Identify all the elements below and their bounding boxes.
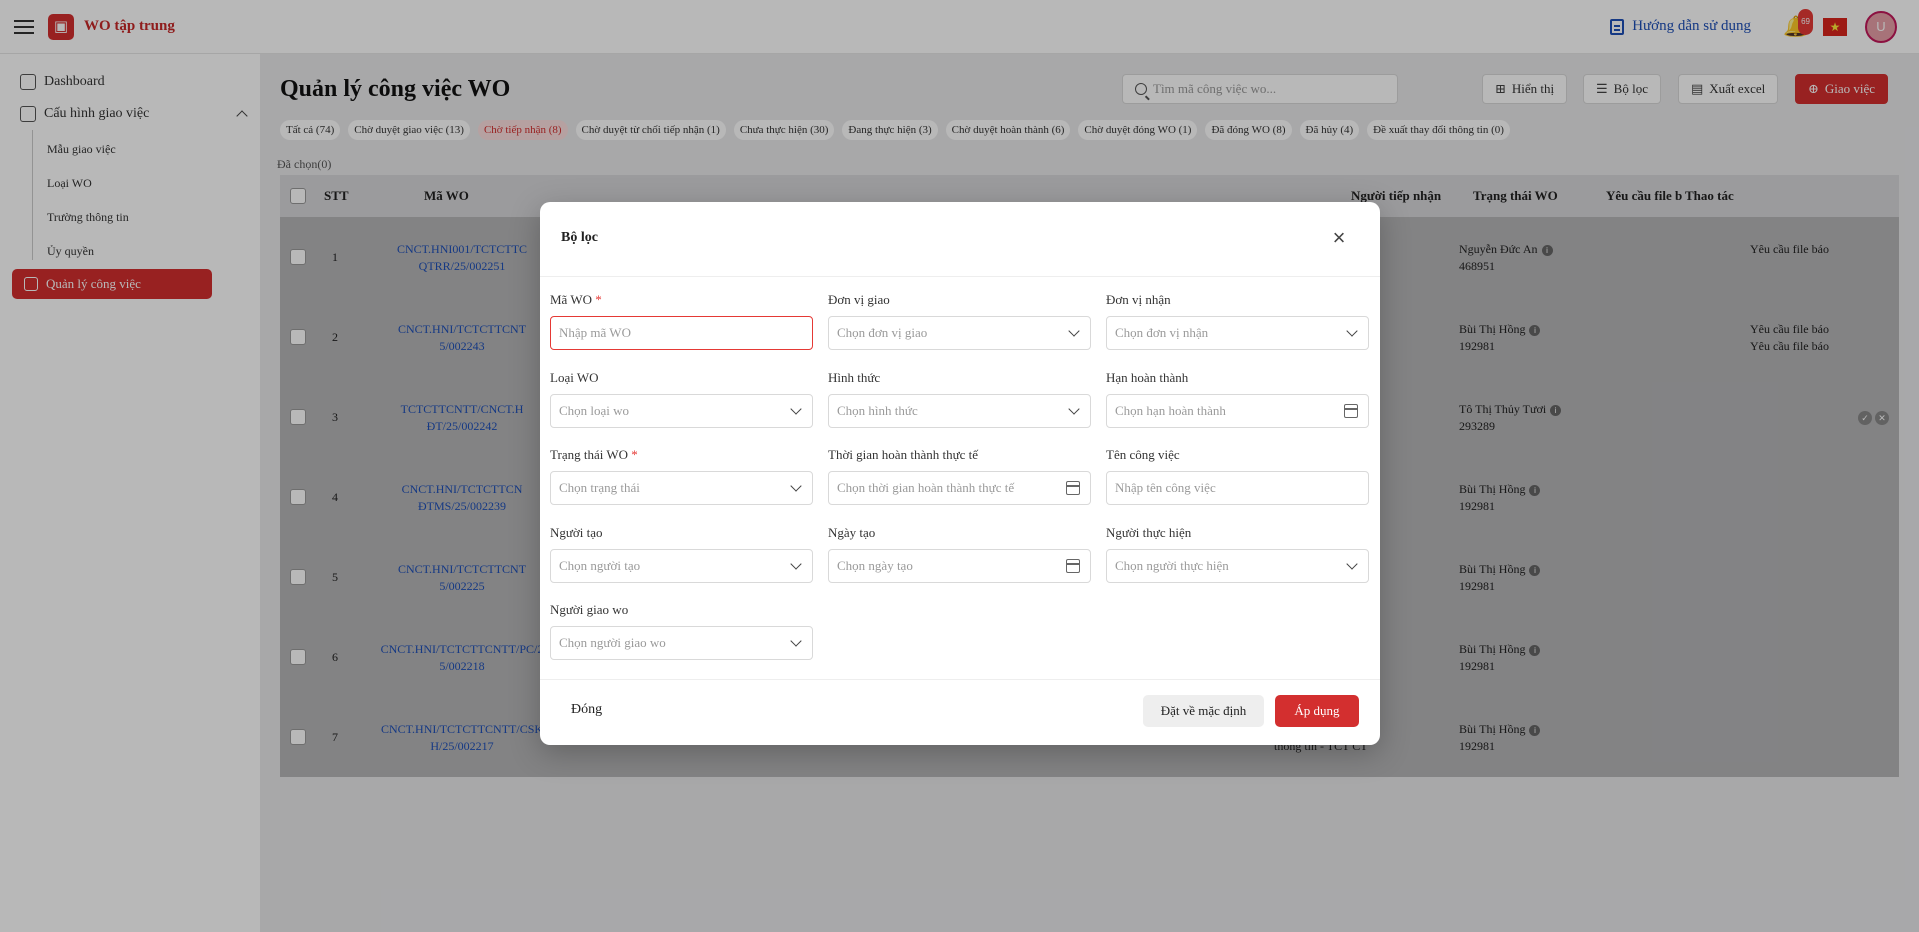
field-executor: Người thực hiện Chọn người thực hiện — [1106, 525, 1369, 583]
creator-select[interactable]: Chọn người tạo — [550, 549, 813, 583]
field-label: Tên công việc — [1106, 447, 1180, 462]
executor-placeholder: Chọn người thực hiện — [1115, 558, 1229, 573]
receiving-unit-select[interactable]: Chọn đơn vị nhận — [1106, 316, 1369, 350]
field-label: Thời gian hoàn thành thực tế — [828, 447, 979, 462]
assigner-placeholder: Chọn người giao wo — [559, 635, 666, 650]
modal-title: Bộ lọc — [561, 230, 598, 245]
giving-unit-placeholder: Chọn đơn vị giao — [837, 325, 928, 340]
chevron-down-icon — [1068, 325, 1080, 337]
field-wo-type: Loại WO Chọn loại wo — [550, 370, 813, 428]
field-label: Đơn vị nhận — [1106, 292, 1171, 307]
required-mark: * — [595, 292, 602, 307]
calendar-icon — [1344, 404, 1358, 418]
required-mark: * — [631, 447, 638, 462]
wo-code-input[interactable]: Nhập mã WO — [550, 316, 813, 350]
executor-select[interactable]: Chọn người thực hiện — [1106, 549, 1369, 583]
form-placeholder: Chọn hình thức — [837, 403, 918, 418]
wo-type-placeholder: Chọn loại wo — [559, 403, 630, 418]
chevron-down-icon — [790, 635, 802, 647]
form-select[interactable]: Chọn hình thức — [828, 394, 1091, 428]
calendar-icon — [1066, 559, 1080, 573]
field-label: Hình thức — [828, 370, 881, 385]
creator-placeholder: Chọn người tạo — [559, 558, 641, 573]
assigner-select[interactable]: Chọn người giao wo — [550, 626, 813, 660]
field-assigner: Người giao wo Chọn người giao wo — [550, 602, 813, 660]
giving-unit-select[interactable]: Chọn đơn vị giao — [828, 316, 1091, 350]
actual-time-picker[interactable]: Chọn thời gian hoàn thành thực tế — [828, 471, 1091, 505]
actual-time-placeholder: Chọn thời gian hoàn thành thực tế — [837, 480, 1015, 495]
close-button[interactable]: Đóng — [571, 702, 602, 718]
field-label: Người tạo — [550, 525, 603, 540]
field-deadline: Hạn hoàn thành Chọn hạn hoàn thành — [1106, 370, 1369, 428]
field-receiving-unit: Đơn vị nhận Chọn đơn vị nhận — [1106, 292, 1369, 350]
field-form: Hình thức Chọn hình thức — [828, 370, 1091, 428]
wo-code-placeholder: Nhập mã WO — [559, 325, 631, 340]
field-actual-time: Thời gian hoàn thành thực tế Chọn thời g… — [828, 447, 1091, 505]
created-date-picker[interactable]: Chọn ngày tạo — [828, 549, 1091, 583]
field-label: Đơn vị giao — [828, 292, 890, 307]
field-job-name: Tên công việc Nhập tên công việc — [1106, 447, 1369, 505]
deadline-picker[interactable]: Chọn hạn hoàn thành — [1106, 394, 1369, 428]
field-creator: Người tạo Chọn người tạo — [550, 525, 813, 583]
modal-header: Bộ lọc × — [540, 202, 1380, 277]
field-wo-code: Mã WO * Nhập mã WO — [550, 292, 813, 350]
reset-default-button[interactable]: Đặt về mặc định — [1143, 695, 1264, 727]
field-created-date: Ngày tạo Chọn ngày tạo — [828, 525, 1091, 583]
chevron-down-icon — [790, 480, 802, 492]
chevron-down-icon — [1346, 558, 1358, 570]
field-label: Hạn hoàn thành — [1106, 370, 1189, 385]
deadline-placeholder: Chọn hạn hoàn thành — [1115, 403, 1226, 418]
apply-button[interactable]: Áp dụng — [1275, 695, 1359, 727]
wo-type-select[interactable]: Chọn loại wo — [550, 394, 813, 428]
wo-status-select[interactable]: Chọn trạng thái — [550, 471, 813, 505]
chevron-down-icon — [1068, 403, 1080, 415]
modal-footer: Đóng Đặt về mặc định Áp dụng — [540, 679, 1380, 745]
job-name-placeholder: Nhập tên công việc — [1115, 480, 1216, 495]
field-label: Người thực hiện — [1106, 525, 1192, 540]
field-label: Mã WO — [550, 292, 593, 307]
filter-modal: Bộ lọc × Mã WO * Nhập mã WO Đơn vị giao … — [540, 202, 1380, 745]
chevron-down-icon — [1346, 325, 1358, 337]
wo-status-placeholder: Chọn trạng thái — [559, 480, 640, 495]
field-label: Trạng thái WO — [550, 447, 628, 462]
calendar-icon — [1066, 481, 1080, 495]
field-wo-status: Trạng thái WO * Chọn trạng thái — [550, 447, 813, 505]
created-date-placeholder: Chọn ngày tạo — [837, 558, 913, 573]
receiving-unit-placeholder: Chọn đơn vị nhận — [1115, 325, 1209, 340]
chevron-down-icon — [790, 558, 802, 570]
chevron-down-icon — [790, 403, 802, 415]
field-label: Người giao wo — [550, 602, 629, 617]
field-label: Ngày tạo — [828, 525, 876, 540]
close-icon[interactable]: × — [1328, 227, 1350, 249]
field-label: Loại WO — [550, 370, 599, 385]
field-giving-unit: Đơn vị giao Chọn đơn vị giao — [828, 292, 1091, 350]
job-name-input[interactable]: Nhập tên công việc — [1106, 471, 1369, 505]
